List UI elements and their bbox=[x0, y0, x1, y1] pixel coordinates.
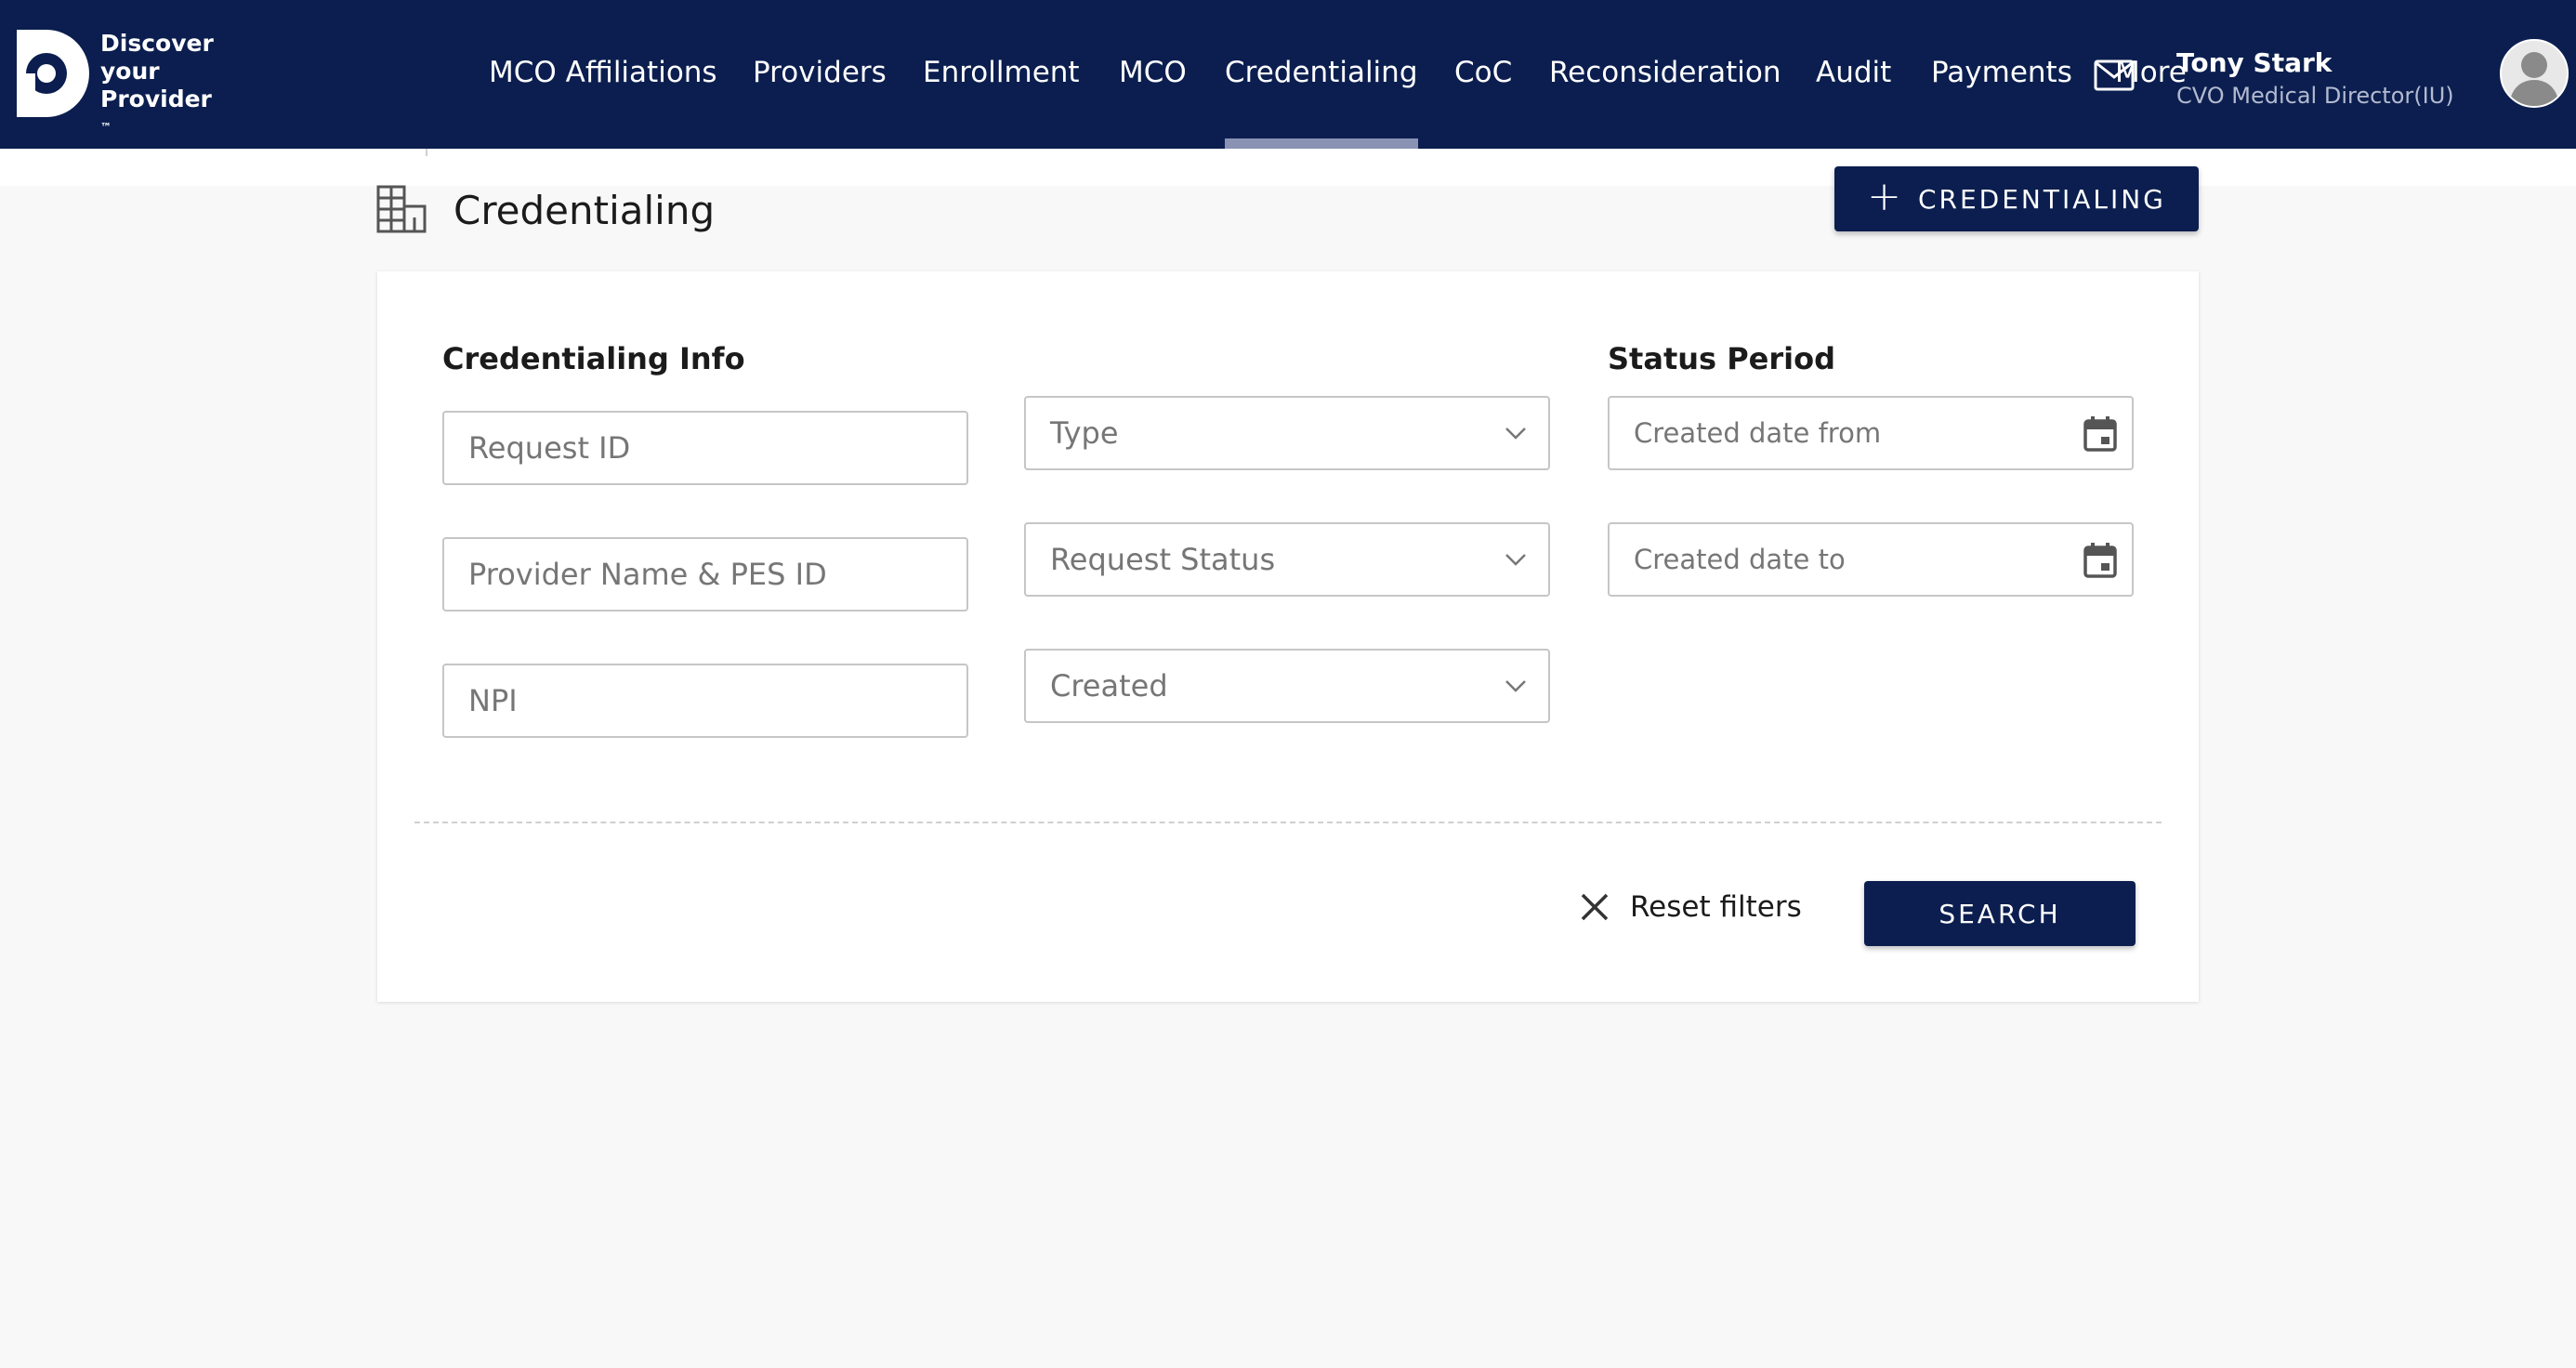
page-title: Credentialing bbox=[453, 188, 716, 233]
chevron-down-icon bbox=[1505, 680, 1526, 692]
avatar[interactable] bbox=[2500, 39, 2569, 108]
nav-item-audit[interactable]: Audit bbox=[1816, 54, 1891, 91]
add-credentialing-label: CREDENTIALING bbox=[1917, 183, 2166, 215]
user-avatar-icon bbox=[2509, 52, 2559, 106]
created-placeholder: Created bbox=[1050, 668, 1168, 704]
building-icon bbox=[376, 185, 427, 233]
brand-line-2: your bbox=[100, 58, 160, 85]
nav-item-reconsideration[interactable]: Reconsideration bbox=[1549, 54, 1781, 91]
request-status-select[interactable]: Request Status bbox=[1024, 522, 1550, 597]
mail-icon[interactable] bbox=[2094, 59, 2135, 91]
npi-placeholder: NPI bbox=[468, 683, 518, 718]
credentialing-info-heading: Credentialing Info bbox=[442, 341, 745, 376]
divider bbox=[426, 149, 427, 156]
nav-item-enrollment[interactable]: Enrollment bbox=[923, 54, 1080, 91]
created-date-from-placeholder: Created date from bbox=[1634, 417, 1882, 449]
request-status-placeholder: Request Status bbox=[1050, 542, 1276, 577]
created-date-from-input[interactable]: Created date from bbox=[1608, 396, 2134, 470]
status-period-heading: Status Period bbox=[1608, 341, 1835, 376]
created-date-to-input[interactable]: Created date to bbox=[1608, 522, 2134, 597]
calendar-icon[interactable] bbox=[2082, 414, 2119, 454]
nav-item-mco-affiliations[interactable]: MCO Affiliations bbox=[489, 54, 717, 91]
chevron-down-icon bbox=[1505, 554, 1526, 566]
brand-line-1: Discover bbox=[100, 30, 214, 57]
close-icon bbox=[1581, 893, 1609, 921]
npi-input[interactable]: NPI bbox=[442, 664, 968, 738]
plus-icon: + bbox=[1867, 173, 1901, 220]
chevron-down-icon bbox=[1505, 428, 1526, 440]
calendar-icon[interactable] bbox=[2082, 541, 2119, 580]
provider-name-input[interactable]: Provider Name & PES ID bbox=[442, 537, 968, 612]
request-id-input[interactable]: Request ID bbox=[442, 411, 968, 485]
active-tab-indicator bbox=[1225, 138, 1418, 149]
provider-name-placeholder: Provider Name & PES ID bbox=[468, 557, 827, 592]
filter-card: Credentialing Info Status Period Request… bbox=[377, 271, 2199, 1002]
reset-filters-label: Reset filters bbox=[1630, 890, 1802, 924]
nav-item-providers[interactable]: Providers bbox=[753, 54, 887, 91]
brand-name: Discover your Provider ™ bbox=[100, 30, 214, 141]
brand-line-3: Provider bbox=[100, 86, 212, 112]
user-name[interactable]: Tony Stark bbox=[2176, 46, 2332, 80]
trademark-symbol: ™ bbox=[100, 121, 112, 134]
created-date-to-placeholder: Created date to bbox=[1634, 544, 1846, 575]
user-role: CVO Medical Director(IU) bbox=[2176, 83, 2454, 109]
nav-item-credentialing[interactable]: Credentialing bbox=[1225, 54, 1418, 91]
nav-item-payments[interactable]: Payments bbox=[1931, 54, 2072, 91]
nav-item-coc[interactable]: CoC bbox=[1454, 54, 1512, 91]
search-button[interactable]: SEARCH bbox=[1864, 881, 2136, 946]
discover-your-provider-logo-icon[interactable] bbox=[7, 30, 91, 117]
request-id-placeholder: Request ID bbox=[468, 430, 631, 466]
nav-item-mco[interactable]: MCO bbox=[1119, 54, 1187, 91]
type-placeholder: Type bbox=[1050, 415, 1119, 451]
created-select[interactable]: Created bbox=[1024, 649, 1550, 723]
type-select[interactable]: Type bbox=[1024, 396, 1550, 470]
reset-filters-button[interactable]: Reset filters bbox=[1580, 879, 1802, 935]
filter-divider bbox=[414, 822, 2162, 823]
top-navigation-bar: Discover your Provider ™ MCO Affiliations… bbox=[0, 0, 2576, 149]
add-credentialing-button[interactable]: + CREDENTIALING bbox=[1834, 166, 2199, 231]
